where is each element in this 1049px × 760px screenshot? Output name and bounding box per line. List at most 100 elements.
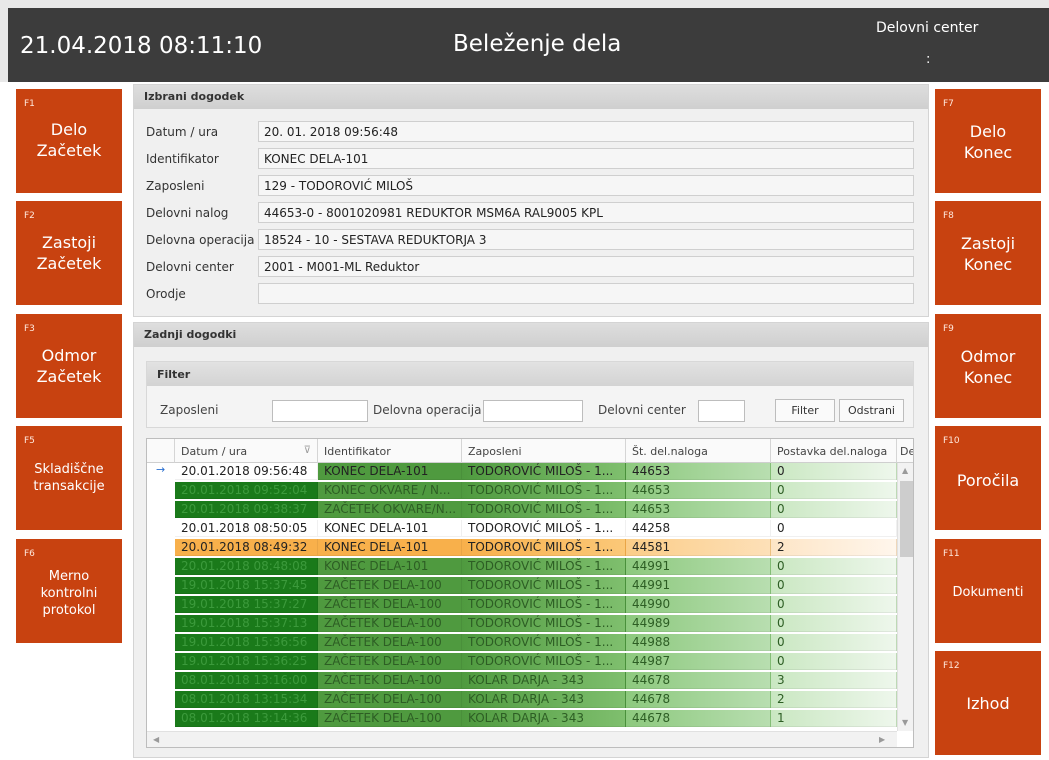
cell-order: 44988 xyxy=(626,634,771,651)
f12-exit-button[interactable]: F12 Izhod xyxy=(935,651,1041,755)
cell-id: ZAČETEK DELA-100 xyxy=(318,653,462,670)
f12-button-label: Izhod xyxy=(966,694,1010,713)
f9-key-label: F9 xyxy=(943,324,954,334)
f1-work-start-button[interactable]: F1 Delo Začetek xyxy=(16,89,122,193)
app-header: 21.04.2018 08:11:10 Beleženje dela Delov… xyxy=(0,0,1049,82)
scroll-up-icon[interactable]: ▲ xyxy=(902,466,908,475)
cell-item: 0 xyxy=(771,520,897,537)
cell-date: 19.01.2018 15:36:56 xyxy=(175,634,318,651)
horizontal-scrollbar[interactable]: ◀ ▶ xyxy=(147,731,897,747)
cell-id: ZAČETEK DELA-100 xyxy=(318,710,462,727)
column-header-order-number[interactable]: Št. del.naloga xyxy=(626,439,771,463)
filter-icon[interactable]: ⊽ xyxy=(304,445,311,456)
field-value: 129 - TODOROVIĆ MILOŠ xyxy=(258,175,914,196)
row-indicator xyxy=(147,672,175,689)
f10-reports-button[interactable]: F10 Poročila xyxy=(935,426,1041,530)
table-row[interactable]: 19.01.2018 15:37:13 ZAČETEK DELA-100 TODOR… xyxy=(147,615,897,632)
table-row[interactable]: 19.01.2018 15:36:25 ZAČETEK DELA-100 TODOR… xyxy=(147,653,897,670)
table-row[interactable]: 20.01.2018 09:38:37 ZAČETEK OKVARE/N... TO… xyxy=(147,501,897,518)
row-indicator xyxy=(147,710,175,727)
table-row[interactable]: 20.01.2018 08:50:05 KONEC DELA-101 TODOROV… xyxy=(147,520,897,537)
field-label: Delovna operacija xyxy=(146,233,255,247)
filter-operation-input[interactable] xyxy=(483,400,583,422)
recent-events-title: Zadnji dogodki xyxy=(134,323,928,347)
vertical-scroll-thumb[interactable] xyxy=(900,481,913,557)
row-indicator xyxy=(147,596,175,613)
current-datetime: 21.04.2018 08:11:10 xyxy=(20,33,263,59)
column-header-order-item[interactable]: Postavka del.naloga xyxy=(771,439,897,463)
row-indicator-header xyxy=(147,439,175,463)
field-value xyxy=(258,283,914,304)
cell-order: 44990 xyxy=(626,596,771,613)
f8-downtime-end-button[interactable]: F8 Zastoji Konec xyxy=(935,201,1041,305)
cell-item: 3 xyxy=(771,672,897,689)
f2-button-label: Zastoji Začetek xyxy=(36,233,102,273)
f9-break-end-button[interactable]: F9 Odmor Konec xyxy=(935,314,1041,418)
column-header-truncated[interactable]: De xyxy=(897,439,913,463)
clear-filter-button[interactable]: Odstrani xyxy=(839,399,904,422)
field-label: Delovni center xyxy=(146,260,234,274)
row-indicator xyxy=(147,691,175,708)
field-label: Delovni nalog xyxy=(146,206,229,220)
f5-warehouse-transactions-button[interactable]: F5 Skladiščne transakcije xyxy=(16,426,122,530)
row-indicator xyxy=(147,634,175,651)
f7-key-label: F7 xyxy=(943,99,954,109)
column-header-employee[interactable]: Zaposleni xyxy=(462,439,626,463)
f2-downtime-start-button[interactable]: F2 Zastoji Začetek xyxy=(16,201,122,305)
cell-id: ZAČETEK DELA-100 xyxy=(318,634,462,651)
column-header-datetime[interactable]: Datum / ura ⊽ xyxy=(175,439,318,463)
f5-button-label: Skladiščne transakcije xyxy=(33,462,105,494)
cell-id: KONEC DELA-101 xyxy=(318,539,462,556)
cell-order: 44653 xyxy=(626,482,771,499)
table-row[interactable]: 08.01.2018 13:14:36 ZAČETEK DELA-100 KOLAR… xyxy=(147,710,897,727)
field-value: 18524 - 10 - SESTAVA REDUKTORJA 3 xyxy=(258,229,914,250)
row-indicator: → xyxy=(147,463,175,480)
field-label: Identifikator xyxy=(146,152,219,166)
scroll-down-icon[interactable]: ▼ xyxy=(902,718,908,727)
scroll-right-icon[interactable]: ▶ xyxy=(879,735,885,744)
selected-event-title: Izbrani dogodek xyxy=(134,85,928,109)
vertical-scrollbar[interactable]: ▲ ▼ xyxy=(897,463,913,731)
recent-events-grid[interactable]: Datum / ura ⊽ Identifikator Zaposleni Št… xyxy=(146,438,914,748)
f12-key-label: F12 xyxy=(943,661,960,671)
cell-emp: TODOROVIĆ MILOŠ - 1... xyxy=(462,615,626,632)
cell-item: 0 xyxy=(771,596,897,613)
f3-break-start-button[interactable]: F3 Odmor Začetek xyxy=(16,314,122,418)
table-row[interactable]: 20.01.2018 09:52:04 KONEC OKVARE / N... TO… xyxy=(147,482,897,499)
table-row[interactable]: 20.01.2018 08:49:32 KONEC DELA-101 TODOROV… xyxy=(147,539,897,556)
filter-operation-label: Delovna operacija xyxy=(373,403,482,417)
table-row[interactable]: 19.01.2018 15:37:45 ZAČETEK DELA-100 TODOR… xyxy=(147,577,897,594)
cell-date: 20.01.2018 08:50:05 xyxy=(175,520,318,537)
f7-work-end-button[interactable]: F7 Delo Konec xyxy=(935,89,1041,193)
cell-emp: TODOROVIĆ MILOŠ - 1... xyxy=(462,596,626,613)
table-row[interactable]: 20.01.2018 08:48:08 KONEC DELA-101 TODOROV… xyxy=(147,558,897,575)
row-indicator xyxy=(147,520,175,537)
table-row[interactable]: 19.01.2018 15:36:56 ZAČETEK DELA-100 TODOR… xyxy=(147,634,897,651)
table-row[interactable]: 08.01.2018 13:16:00 ZAČETEK DELA-100 KOLAR… xyxy=(147,672,897,689)
cell-item: 0 xyxy=(771,577,897,594)
table-row[interactable]: → 20.01.2018 09:56:48 KONEC DELA-101 TODORO… xyxy=(147,463,897,480)
field-value: 44653-0 - 8001020981 REDUKTOR MSM6A RAL9… xyxy=(258,202,914,223)
field-row-operation: Delovna operacija 18524 - 10 - SESTAVA R… xyxy=(134,229,930,251)
filter-employee-input[interactable] xyxy=(272,400,368,422)
recent-events-panel: Zadnji dogodki Filter Zaposleni Delovna … xyxy=(133,322,929,758)
cell-order: 44678 xyxy=(626,672,771,689)
f6-control-protocol-button[interactable]: F6 Merno kontrolni protokol xyxy=(16,539,122,643)
table-row[interactable]: 08.01.2018 13:15:34 ZAČETEK DELA-100 KOLAR… xyxy=(147,691,897,708)
cell-emp: TODOROVIĆ MILOŠ - 1... xyxy=(462,463,626,480)
filter-button[interactable]: Filter xyxy=(775,399,835,422)
cell-date: 08.01.2018 13:14:36 xyxy=(175,710,318,727)
column-header-identifier[interactable]: Identifikator xyxy=(318,439,462,463)
filter-center-input[interactable] xyxy=(698,400,745,422)
table-row[interactable]: 19.01.2018 15:37:27 ZAČETEK DELA-100 TODOR… xyxy=(147,596,897,613)
f11-documents-button[interactable]: F11 Dokumenti xyxy=(935,539,1041,643)
cell-order: 44653 xyxy=(626,463,771,480)
cell-emp: TODOROVIĆ MILOŠ - 1... xyxy=(462,653,626,670)
cell-id: ZAČETEK DELA-100 xyxy=(318,672,462,689)
f6-button-label: Merno kontrolni protokol xyxy=(40,569,98,618)
work-center-value: : xyxy=(926,52,931,67)
selected-event-panel: Izbrani dogodek Datum / ura 20. 01. 2018… xyxy=(133,84,929,317)
cell-id: ZAČETEK DELA-100 xyxy=(318,615,462,632)
field-row-identifier: Identifikator KONEC DELA-101 xyxy=(134,148,930,170)
scroll-left-icon[interactable]: ◀ xyxy=(153,735,159,744)
